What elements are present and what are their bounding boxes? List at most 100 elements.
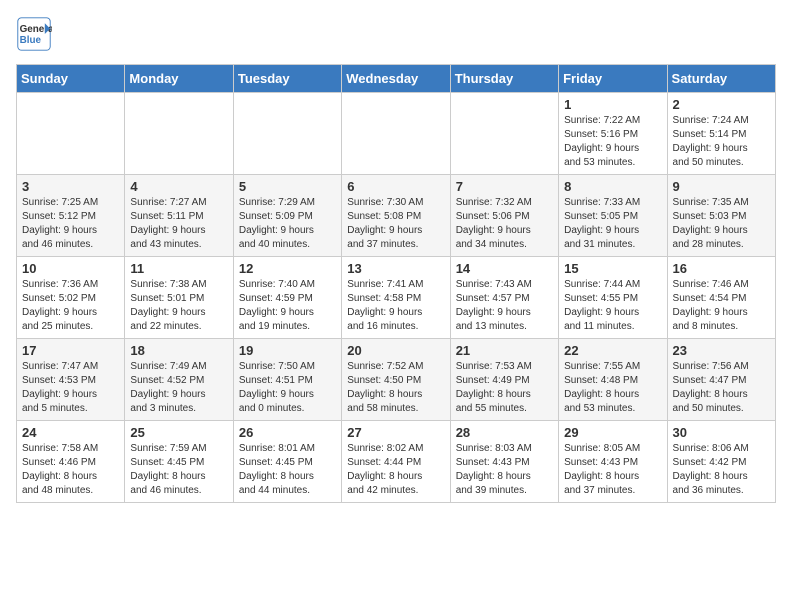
calendar-day: 10 Sunrise: 7:36 AM Sunset: 5:02 PM Dayli… [17, 257, 125, 339]
calendar-week-row: 3 Sunrise: 7:25 AM Sunset: 5:12 PM Daylig… [17, 175, 776, 257]
day-info: Sunrise: 7:49 AM Sunset: 4:52 PM Dayligh… [130, 360, 227, 416]
calendar-day: 19Sunrise: 7:50 AM Sunset: 4:51 PM Dayli… [233, 339, 341, 421]
calendar-day: 28 Sunrise: 8:03 AM Sunset: 4:43 PM Dayli… [450, 421, 558, 503]
day-info: Sunrise: 8:06 AM Sunset: 4:42 PM Dayligh… [673, 442, 770, 498]
day-header-friday: Friday [559, 65, 667, 93]
day-info: Sunrise: 7:59 AM Sunset: 4:45 PM Dayligh… [130, 442, 227, 498]
day-number: 5 [239, 179, 336, 194]
day-number: 14 [456, 261, 553, 276]
calendar-day [17, 93, 125, 175]
calendar-day: 8 Sunrise: 7:33 AM Sunset: 5:05 PM Daylig… [559, 175, 667, 257]
day-number: 25 [130, 425, 227, 440]
day-info: Sunrise: 8:03 AM Sunset: 4:43 PM Dayligh… [456, 442, 553, 498]
day-number: 3 [22, 179, 119, 194]
day-number: 13 [347, 261, 444, 276]
day-info: Sunrise: 7:55 AM Sunset: 4:48 PM Dayligh… [564, 360, 661, 416]
calendar-week-row: 17Sunrise: 7:47 AM Sunset: 4:53 PM Dayli… [17, 339, 776, 421]
day-info: Sunrise: 7:25 AM Sunset: 5:12 PM Dayligh… [22, 196, 119, 252]
day-info: Sunrise: 7:43 AM Sunset: 4:57 PM Dayligh… [456, 278, 553, 334]
calendar-day: 30 Sunrise: 8:06 AM Sunset: 4:42 PM Dayli… [667, 421, 775, 503]
day-info: Sunrise: 7:38 AM Sunset: 5:01 PM Dayligh… [130, 278, 227, 334]
calendar-day: 20Sunrise: 7:52 AM Sunset: 4:50 PM Dayli… [342, 339, 450, 421]
day-info: Sunrise: 7:33 AM Sunset: 5:05 PM Dayligh… [564, 196, 661, 252]
day-number: 19 [239, 343, 336, 358]
calendar-day: 1 Sunrise: 7:22 AM Sunset: 5:16 PM Daylig… [559, 93, 667, 175]
calendar-week-row: 10 Sunrise: 7:36 AM Sunset: 5:02 PM Dayli… [17, 257, 776, 339]
day-info: Sunrise: 7:32 AM Sunset: 5:06 PM Dayligh… [456, 196, 553, 252]
day-info: Sunrise: 7:29 AM Sunset: 5:09 PM Dayligh… [239, 196, 336, 252]
day-info: Sunrise: 7:58 AM Sunset: 4:46 PM Dayligh… [22, 442, 119, 498]
calendar-day: 16 Sunrise: 7:46 AM Sunset: 4:54 PM Dayli… [667, 257, 775, 339]
day-info: Sunrise: 7:35 AM Sunset: 5:03 PM Dayligh… [673, 196, 770, 252]
day-number: 16 [673, 261, 770, 276]
day-number: 4 [130, 179, 227, 194]
calendar-day: 29 Sunrise: 8:05 AM Sunset: 4:43 PM Dayli… [559, 421, 667, 503]
calendar-day [450, 93, 558, 175]
day-number: 30 [673, 425, 770, 440]
calendar-week-row: 24Sunrise: 7:58 AM Sunset: 4:46 PM Dayli… [17, 421, 776, 503]
calendar-day: 14 Sunrise: 7:43 AM Sunset: 4:57 PM Dayli… [450, 257, 558, 339]
day-number: 11 [130, 261, 227, 276]
day-number: 2 [673, 97, 770, 112]
calendar-day: 5 Sunrise: 7:29 AM Sunset: 5:09 PM Daylig… [233, 175, 341, 257]
day-number: 23 [673, 343, 770, 358]
day-header-thursday: Thursday [450, 65, 558, 93]
calendar-day: 17Sunrise: 7:47 AM Sunset: 4:53 PM Dayli… [17, 339, 125, 421]
day-info: Sunrise: 7:22 AM Sunset: 5:16 PM Dayligh… [564, 114, 661, 170]
calendar-day: 22 Sunrise: 7:55 AM Sunset: 4:48 PM Dayli… [559, 339, 667, 421]
calendar-day: 7 Sunrise: 7:32 AM Sunset: 5:06 PM Daylig… [450, 175, 558, 257]
day-info: Sunrise: 7:46 AM Sunset: 4:54 PM Dayligh… [673, 278, 770, 334]
day-number: 22 [564, 343, 661, 358]
day-number: 17 [22, 343, 119, 358]
calendar-day: 9 Sunrise: 7:35 AM Sunset: 5:03 PM Daylig… [667, 175, 775, 257]
day-info: Sunrise: 8:05 AM Sunset: 4:43 PM Dayligh… [564, 442, 661, 498]
calendar-table: SundayMondayTuesdayWednesdayThursdayFrid… [16, 64, 776, 503]
day-number: 9 [673, 179, 770, 194]
day-number: 7 [456, 179, 553, 194]
day-header-tuesday: Tuesday [233, 65, 341, 93]
day-number: 10 [22, 261, 119, 276]
day-number: 12 [239, 261, 336, 276]
day-info: Sunrise: 7:36 AM Sunset: 5:02 PM Dayligh… [22, 278, 119, 334]
calendar-day: 25 Sunrise: 7:59 AM Sunset: 4:45 PM Dayli… [125, 421, 233, 503]
day-info: Sunrise: 8:02 AM Sunset: 4:44 PM Dayligh… [347, 442, 444, 498]
logo: General Blue [16, 16, 52, 52]
day-info: Sunrise: 7:53 AM Sunset: 4:49 PM Dayligh… [456, 360, 553, 416]
day-number: 6 [347, 179, 444, 194]
day-number: 27 [347, 425, 444, 440]
calendar-day: 27 Sunrise: 8:02 AM Sunset: 4:44 PM Dayli… [342, 421, 450, 503]
day-number: 18 [130, 343, 227, 358]
calendar-day [342, 93, 450, 175]
calendar-day: 3 Sunrise: 7:25 AM Sunset: 5:12 PM Daylig… [17, 175, 125, 257]
day-info: Sunrise: 7:52 AM Sunset: 4:50 PM Dayligh… [347, 360, 444, 416]
svg-text:Blue: Blue [20, 35, 42, 46]
day-header-wednesday: Wednesday [342, 65, 450, 93]
day-number: 26 [239, 425, 336, 440]
day-number: 21 [456, 343, 553, 358]
calendar-day: 13 Sunrise: 7:41 AM Sunset: 4:58 PM Dayli… [342, 257, 450, 339]
day-header-monday: Monday [125, 65, 233, 93]
day-number: 1 [564, 97, 661, 112]
day-number: 15 [564, 261, 661, 276]
logo-icon: General Blue [16, 16, 52, 52]
calendar-day: 12 Sunrise: 7:40 AM Sunset: 4:59 PM Dayli… [233, 257, 341, 339]
page-header: General Blue [16, 16, 776, 52]
day-header-sunday: Sunday [17, 65, 125, 93]
calendar-day: 23Sunrise: 7:56 AM Sunset: 4:47 PM Dayli… [667, 339, 775, 421]
calendar-day: 6Sunrise: 7:30 AM Sunset: 5:08 PM Daylig… [342, 175, 450, 257]
day-info: Sunrise: 7:41 AM Sunset: 4:58 PM Dayligh… [347, 278, 444, 334]
day-info: Sunrise: 7:40 AM Sunset: 4:59 PM Dayligh… [239, 278, 336, 334]
calendar-header-row: SundayMondayTuesdayWednesdayThursdayFrid… [17, 65, 776, 93]
day-number: 28 [456, 425, 553, 440]
day-info: Sunrise: 7:24 AM Sunset: 5:14 PM Dayligh… [673, 114, 770, 170]
day-info: Sunrise: 8:01 AM Sunset: 4:45 PM Dayligh… [239, 442, 336, 498]
calendar-day [125, 93, 233, 175]
calendar-day: 2 Sunrise: 7:24 AM Sunset: 5:14 PM Daylig… [667, 93, 775, 175]
day-number: 8 [564, 179, 661, 194]
day-number: 29 [564, 425, 661, 440]
day-info: Sunrise: 7:44 AM Sunset: 4:55 PM Dayligh… [564, 278, 661, 334]
calendar-day: 15 Sunrise: 7:44 AM Sunset: 4:55 PM Dayli… [559, 257, 667, 339]
calendar-day: 24Sunrise: 7:58 AM Sunset: 4:46 PM Dayli… [17, 421, 125, 503]
day-info: Sunrise: 7:27 AM Sunset: 5:11 PM Dayligh… [130, 196, 227, 252]
calendar-day: 11 Sunrise: 7:38 AM Sunset: 5:01 PM Dayli… [125, 257, 233, 339]
